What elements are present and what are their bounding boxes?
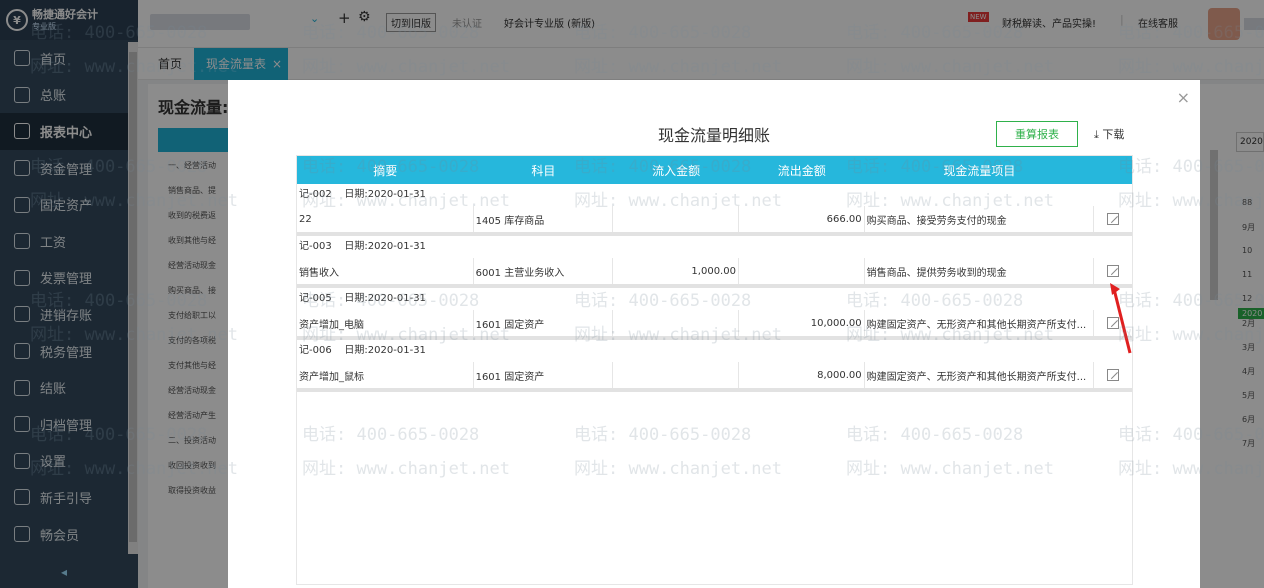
voucher-date: 2020-01-31 bbox=[367, 345, 426, 356]
cash-flow-item-cell: 购买商品、接受劳务支付的现金 bbox=[865, 206, 1095, 232]
account-cell: 1405 库存商品 bbox=[474, 206, 614, 232]
table-header: 摘要 科目 流入金额 流出金额 现金流量项目 bbox=[297, 156, 1132, 184]
edit-cell bbox=[1094, 206, 1132, 232]
table-row: 资产增加_鼠标 1601 固定资产 8,000.00 购建固定资产、无形资产和其他长期… bbox=[297, 362, 1132, 392]
voucher-date: 2020-01-31 bbox=[367, 241, 426, 252]
download-label: 下载 bbox=[1102, 128, 1125, 141]
summary-cell: 资产增加_鼠标 bbox=[297, 362, 474, 388]
cash-flow-item-cell: 购建固定资产、无形资产和其他长期资产所支付... bbox=[865, 310, 1095, 336]
edit-icon[interactable] bbox=[1107, 369, 1120, 381]
col-outflow: 流出金额 bbox=[777, 163, 826, 178]
recalculate-report-button[interactable]: 重算报表 bbox=[996, 121, 1078, 147]
voucher-group-header: 记-002 日期:2020-01-31 bbox=[297, 184, 1132, 206]
summary-cell: 资产增加_电脑 bbox=[297, 310, 474, 336]
edit-cell bbox=[1094, 362, 1132, 388]
summary-cell: 销售收入 bbox=[297, 258, 474, 284]
voucher-number[interactable]: 记-002 bbox=[299, 189, 332, 200]
detail-table: 摘要 科目 流入金额 流出金额 现金流量项目 记-002 日期:2020-01-… bbox=[296, 155, 1133, 585]
table-row: 22 1405 库存商品 666.00 购买商品、接受劳务支付的现金 bbox=[297, 206, 1132, 236]
table-row: 销售收入 6001 主营业务收入 1,000.00 销售商品、提供劳务收到的现金 bbox=[297, 258, 1132, 288]
col-summary: 摘要 bbox=[373, 163, 398, 178]
download-button[interactable]: ⤓ 下载 bbox=[1094, 126, 1124, 142]
table-row: 资产增加_电脑 1601 固定资产 10,000.00 购建固定资产、无形资产和其他长… bbox=[297, 310, 1132, 340]
account-cell: 1601 固定资产 bbox=[474, 310, 614, 336]
inflow-cell bbox=[613, 310, 739, 336]
voucher-group-header: 记-006 日期:2020-01-31 bbox=[297, 340, 1132, 362]
col-cash-flow-item: 现金流量项目 bbox=[943, 163, 1016, 178]
date-label: 日期: bbox=[344, 189, 368, 200]
outflow-cell: 8,000.00 bbox=[739, 362, 865, 388]
inflow-cell: 1,000.00 bbox=[613, 258, 739, 284]
inflow-cell bbox=[613, 206, 739, 232]
edit-icon[interactable] bbox=[1107, 213, 1120, 225]
col-inflow: 流入金额 bbox=[652, 163, 701, 178]
voucher-date: 2020-01-31 bbox=[367, 189, 426, 200]
voucher-group-header: 记-003 日期:2020-01-31 bbox=[297, 236, 1132, 258]
voucher-number[interactable]: 记-003 bbox=[299, 241, 332, 252]
outflow-cell: 666.00 bbox=[739, 206, 865, 232]
voucher-date: 2020-01-31 bbox=[367, 293, 426, 304]
close-icon[interactable]: × bbox=[1177, 88, 1190, 107]
account-cell: 1601 固定资产 bbox=[474, 362, 614, 388]
col-account: 科目 bbox=[531, 163, 556, 178]
outflow-cell: 10,000.00 bbox=[739, 310, 865, 336]
cash-flow-item-cell: 销售商品、提供劳务收到的现金 bbox=[865, 258, 1095, 284]
date-label: 日期: bbox=[344, 241, 368, 252]
voucher-number[interactable]: 记-005 bbox=[299, 293, 332, 304]
voucher-number[interactable]: 记-006 bbox=[299, 345, 332, 356]
col-action bbox=[1094, 156, 1132, 184]
date-label: 日期: bbox=[344, 293, 368, 304]
annotation-arrow bbox=[1110, 283, 1132, 354]
inflow-cell bbox=[613, 362, 739, 388]
cash-flow-item-cell: 购建固定资产、无形资产和其他长期资产所支付... bbox=[865, 362, 1095, 388]
account-cell: 6001 主营业务收入 bbox=[474, 258, 614, 284]
summary-cell: 22 bbox=[297, 206, 474, 232]
cash-flow-detail-modal: × 现金流量明细账 重算报表 ⤓ 下载 摘要 科目 流入金额 流出金额 现金流量… bbox=[228, 80, 1200, 588]
voucher-group-header: 记-005 日期:2020-01-31 bbox=[297, 288, 1132, 310]
outflow-cell bbox=[739, 258, 865, 284]
edit-icon[interactable] bbox=[1107, 265, 1120, 277]
date-label: 日期: bbox=[344, 345, 368, 356]
